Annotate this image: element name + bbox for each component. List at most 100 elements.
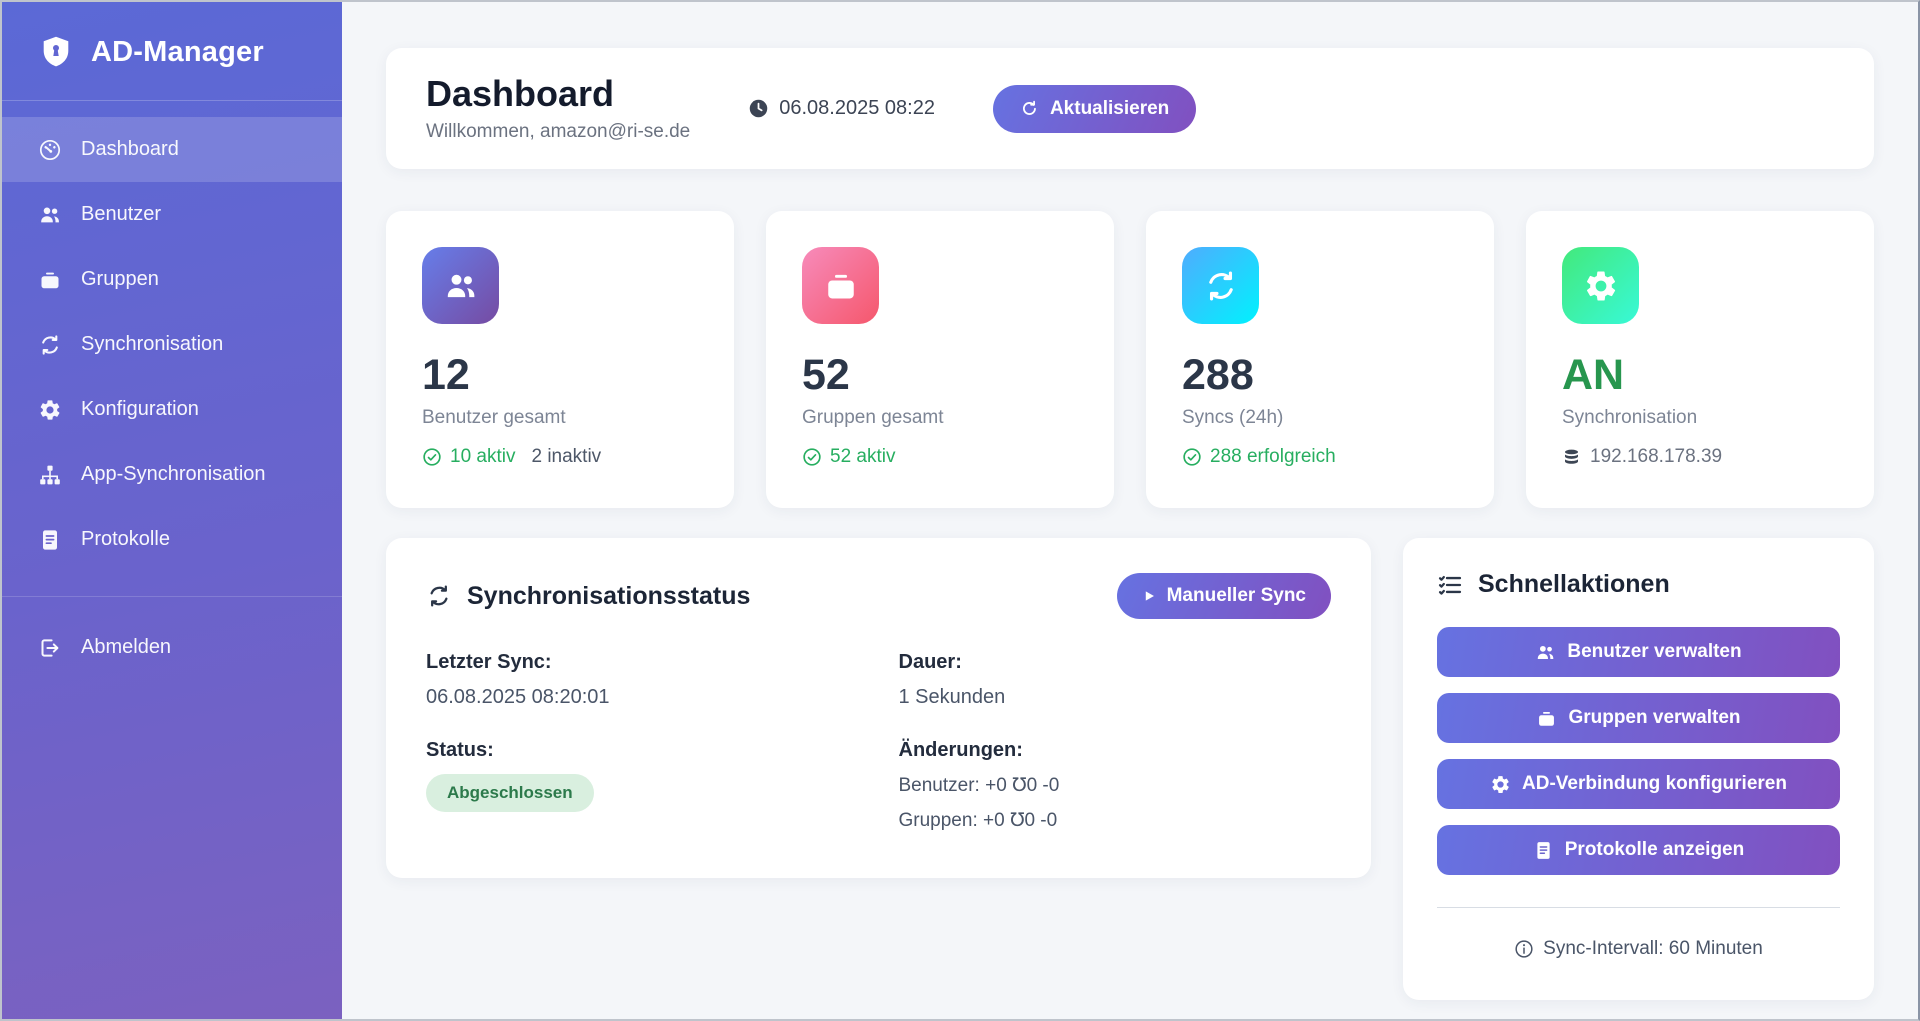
stat-card-sync-status: AN Synchronisation 192.168.178.39 (1526, 211, 1874, 508)
users-icon (443, 268, 479, 304)
check-circle-icon (422, 447, 442, 467)
status-label: Status: (426, 739, 859, 762)
manage-groups-button[interactable]: Gruppen verwalten (1437, 693, 1840, 743)
status-badge: Abgeschlossen (426, 774, 594, 812)
info-icon (1514, 939, 1534, 959)
stat-status: 10 aktiv 2 inaktiv (422, 446, 698, 468)
sidebar-item-label: App-Synchronisation (81, 463, 266, 486)
stat-value: 288 (1182, 354, 1458, 397)
sync-icon-badge (1182, 247, 1259, 324)
list-check-icon (1437, 572, 1463, 598)
server-ip: 192.168.178.39 (1590, 446, 1722, 468)
manual-sync-button[interactable]: Manueller Sync (1117, 573, 1331, 619)
app-window: AD-Manager Dashboard Benutzer Gruppen Sy… (2, 2, 1918, 1019)
sidebar-item-benutzer[interactable]: Benutzer (2, 182, 342, 247)
users-icon (38, 203, 62, 227)
stat-status-ok-label: 288 erfolgreich (1210, 446, 1336, 468)
stat-status-ok: 10 aktiv (422, 446, 515, 468)
duration-value: 1 Sekunden (899, 686, 1332, 709)
sync-status-header: Synchronisationsstatus Manueller Sync (426, 573, 1331, 619)
stat-label: Synchronisation (1562, 407, 1838, 429)
sidebar: AD-Manager Dashboard Benutzer Gruppen Sy… (2, 2, 342, 1019)
sync-icon (426, 583, 452, 609)
shield-icon (38, 34, 74, 70)
briefcase-icon-badge (802, 247, 879, 324)
show-logs-button-label: Protokolle anzeigen (1565, 839, 1744, 861)
play-icon (1142, 589, 1156, 603)
stat-value: AN (1562, 354, 1838, 397)
briefcase-icon (38, 268, 62, 292)
timestamp: 06.08.2025 08:22 (748, 97, 935, 120)
users-icon-badge (422, 247, 499, 324)
stat-card-gruppen: 52 Gruppen gesamt 52 aktiv (766, 211, 1114, 508)
file-icon (38, 528, 62, 552)
last-sync-value: 06.08.2025 08:20:01 (426, 686, 859, 709)
sidebar-item-app-synchronisation[interactable]: App-Synchronisation (2, 442, 342, 507)
sync-status-right-column: Dauer: 1 Sekunden Änderungen: Benutzer: … (899, 651, 1332, 832)
stat-label: Gruppen gesamt (802, 407, 1078, 429)
sidebar-item-abmelden[interactable]: Abmelden (2, 615, 342, 680)
last-sync-label: Letzter Sync: (426, 651, 859, 674)
clock-icon (748, 98, 769, 119)
sidebar-item-synchronisation[interactable]: Synchronisation (2, 312, 342, 377)
sidebar-item-label: Gruppen (81, 268, 159, 291)
sidebar-item-label: Protokolle (81, 528, 170, 551)
manage-users-button[interactable]: Benutzer verwalten (1437, 627, 1840, 677)
stat-card-syncs: 288 Syncs (24h) 288 erfolgreich (1146, 211, 1494, 508)
sync-status-title: Synchronisationsstatus (467, 582, 750, 611)
sync-status-body: Letzter Sync: 06.08.2025 08:20:01 Status… (426, 651, 1331, 832)
configure-ad-connection-button-label: AD-Verbindung konfigurieren (1522, 773, 1787, 795)
duration-label: Dauer: (899, 651, 1332, 674)
changes-label: Änderungen: (899, 739, 1332, 762)
sidebar-item-gruppen[interactable]: Gruppen (2, 247, 342, 312)
show-logs-button[interactable]: Protokolle anzeigen (1437, 825, 1840, 875)
gear-icon (1490, 774, 1511, 795)
configure-ad-connection-button[interactable]: AD-Verbindung konfigurieren (1437, 759, 1840, 809)
quick-actions-title-row: Schnellaktionen (1437, 570, 1840, 599)
stat-status-ok-label: 10 aktiv (450, 446, 515, 468)
sitemap-icon (38, 463, 62, 487)
sidebar-item-label: Konfiguration (81, 398, 199, 421)
bottom-row: Synchronisationsstatus Manueller Sync Le… (386, 538, 1874, 1000)
stat-status: 288 erfolgreich (1182, 446, 1458, 468)
refresh-button[interactable]: Aktualisieren (993, 85, 1196, 133)
changes-users: Benutzer: +0 ℧0 -0 (899, 774, 1332, 797)
stat-status-ok: 52 aktiv (802, 446, 895, 468)
briefcase-icon (823, 268, 859, 304)
database-icon (1562, 448, 1581, 467)
manage-groups-button-label: Gruppen verwalten (1568, 707, 1740, 729)
sync-status-left-column: Letzter Sync: 06.08.2025 08:20:01 Status… (426, 651, 859, 832)
stats-grid: 12 Benutzer gesamt 10 aktiv 2 inaktiv 52… (386, 211, 1874, 508)
stat-status-extra: 2 inaktiv (531, 446, 601, 468)
sidebar-item-label: Benutzer (81, 203, 161, 226)
users-icon (1535, 642, 1556, 663)
sync-icon (1203, 268, 1239, 304)
sidebar-item-konfiguration[interactable]: Konfiguration (2, 377, 342, 442)
file-icon (1533, 840, 1554, 861)
refresh-icon (1020, 99, 1039, 118)
gear-icon (1583, 268, 1619, 304)
sync-interval-text: Sync-Intervall: 60 Minuten (1543, 938, 1763, 960)
stat-value: 52 (802, 354, 1078, 397)
timestamp-text: 06.08.2025 08:22 (779, 97, 935, 120)
sidebar-item-label: Abmelden (81, 636, 171, 659)
stat-status-ok: 288 erfolgreich (1182, 446, 1336, 468)
gauge-icon (38, 138, 62, 162)
gear-icon-badge (1562, 247, 1639, 324)
divider (1437, 907, 1840, 908)
sidebar-item-dashboard[interactable]: Dashboard (2, 117, 342, 182)
stat-card-benutzer: 12 Benutzer gesamt 10 aktiv 2 inaktiv (386, 211, 734, 508)
sidebar-item-label: Synchronisation (81, 333, 223, 356)
sidebar-item-protokolle[interactable]: Protokolle (2, 507, 342, 572)
check-circle-icon (1182, 447, 1202, 467)
logout-section: Abmelden (2, 596, 342, 680)
app-logo: AD-Manager (2, 2, 342, 101)
sync-interval-note: Sync-Intervall: 60 Minuten (1437, 938, 1840, 960)
gear-icon (38, 398, 62, 422)
welcome-text: Willkommen, amazon@ri-se.de (426, 121, 690, 143)
page-title: Dashboard (426, 74, 690, 114)
manage-users-button-label: Benutzer verwalten (1567, 641, 1741, 663)
sidebar-nav: Dashboard Benutzer Gruppen Synchronisati… (2, 101, 342, 680)
sidebar-item-label: Dashboard (81, 138, 179, 161)
logout-icon (38, 636, 62, 660)
